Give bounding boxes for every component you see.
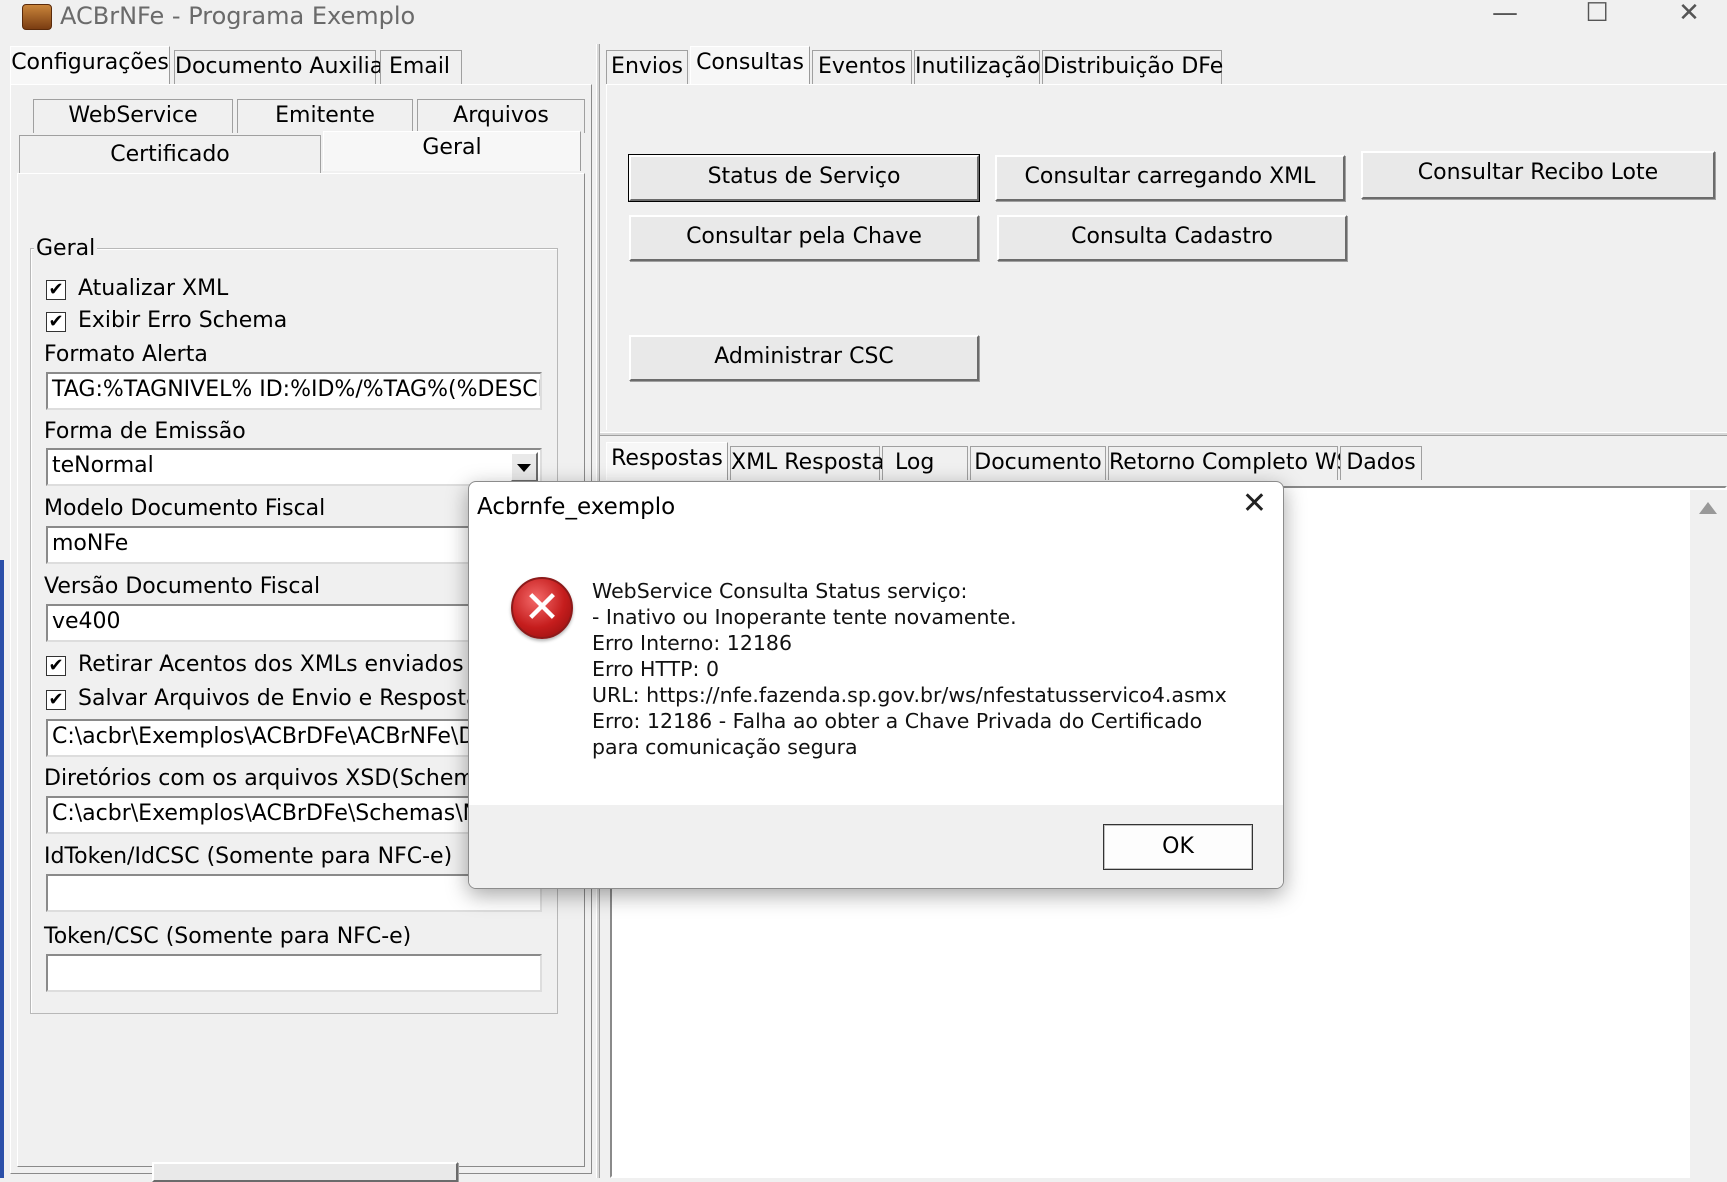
forma-emissao-value: teNormal (52, 453, 154, 478)
message-line: - Inativo ou Inoperante tente novamente. (592, 605, 1017, 629)
exibir-erro-schema-label: Exibir Erro Schema (78, 308, 288, 333)
horizontal-splitter[interactable] (600, 432, 1727, 436)
salvar-arquivos-checkbox[interactable]: ✔ (46, 690, 66, 710)
window-edge (0, 560, 4, 1178)
message-line: Erro: 12186 - Falha ao obter a Chave Pri… (592, 709, 1203, 733)
formato-alerta-label: Formato Alerta (44, 342, 208, 367)
tab-xml-resposta[interactable]: XML Resposta (730, 446, 885, 480)
window-title: ACBrNFe - Programa Exemplo (60, 2, 416, 30)
message-line: Erro HTTP: 0 (592, 657, 719, 681)
tab-configuracoes[interactable]: Configurações (10, 46, 170, 84)
consultar-recibo-button[interactable]: Consultar Recibo Lote (1361, 151, 1715, 199)
ok-button[interactable]: OK (1103, 824, 1253, 870)
scroll-up-icon[interactable] (1690, 490, 1727, 520)
tab-geral[interactable]: Geral (323, 131, 581, 171)
dropdown-arrow-button[interactable] (510, 452, 538, 482)
tab-documento[interactable]: Documento (970, 446, 1106, 480)
token-label: Token/CSC (Somente para NFC-e) (44, 924, 412, 949)
error-icon: ✕ (511, 577, 573, 639)
bottom-button[interactable] (152, 1162, 458, 1182)
vertical-scrollbar[interactable] (1690, 490, 1727, 1178)
xsd-label: Diretórios com os arquivos XSD(Schemas) (44, 766, 509, 791)
tab-consultas[interactable]: Consultas (690, 46, 810, 84)
close-button[interactable]: ✕ (1660, 0, 1718, 30)
tab-emitente[interactable]: Emitente (237, 99, 413, 133)
tab-documento-auxiliar[interactable]: Documento Auxiliar (174, 50, 392, 84)
minimize-button[interactable]: — (1476, 0, 1534, 30)
dialog-close-button[interactable]: ✕ (1242, 486, 1267, 521)
tab-retorno-completo-ws[interactable]: Retorno Completo WS (1108, 446, 1351, 480)
error-dialog: Acbrnfe_exemplo ✕ ✕ WebService Consulta … (468, 481, 1284, 889)
title-bar: ACBrNFe - Programa Exemplo — ☐ ✕ (0, 0, 1727, 40)
app-icon (22, 4, 52, 30)
exibir-erro-schema-checkbox[interactable]: ✔ (46, 312, 66, 332)
dialog-title: Acbrnfe_exemplo (477, 494, 676, 520)
administrar-csc-button[interactable]: Administrar CSC (629, 335, 979, 381)
consultas-page: Status de Serviço Consultar carregando X… (606, 84, 1727, 430)
message-line: para comunicação segura (592, 735, 858, 759)
tab-dados[interactable]: Dados (1340, 446, 1422, 480)
x-mark-icon: ✕ (523, 582, 561, 633)
atualizar-xml-label: Atualizar XML (78, 276, 229, 301)
tab-envios[interactable]: Envios (606, 50, 688, 84)
maximize-button[interactable]: ☐ (1568, 0, 1626, 30)
tab-email[interactable]: Email (380, 50, 462, 84)
chevron-down-icon (517, 464, 531, 472)
forma-emissao-select[interactable]: teNormal (46, 448, 542, 486)
tab-certificado[interactable]: Certificado (19, 135, 321, 173)
tab-webservice[interactable]: WebService (33, 99, 233, 133)
tab-arquivos[interactable]: Arquivos (417, 99, 585, 133)
forma-emissao-label: Forma de Emissão (44, 419, 246, 444)
consultar-xml-button[interactable]: Consultar carregando XML (995, 155, 1345, 201)
atualizar-xml-checkbox[interactable]: ✔ (46, 280, 66, 300)
formato-alerta-input[interactable]: TAG:%TAGNIVEL% ID:%ID%/%TAG%(%DESCRI (46, 372, 542, 410)
tab-inutilizacao[interactable]: Inutilização (914, 50, 1040, 84)
right-top-panel: Envios Consultas Eventos Inutilização Di… (602, 44, 1727, 434)
message-line: URL: https://nfe.fazenda.sp.gov.br/ws/nf… (592, 683, 1227, 707)
group-title: Geral (34, 236, 98, 261)
consultar-chave-button[interactable]: Consultar pela Chave (629, 215, 979, 261)
modelo-label: Modelo Documento Fiscal (44, 496, 326, 521)
tab-distribuicao-dfe[interactable]: Distribuição DFe (1042, 50, 1223, 84)
status-servico-button[interactable]: Status de Serviço (628, 154, 980, 202)
tab-respostas[interactable]: Respostas (606, 442, 728, 480)
retirar-acentos-label: Retirar Acentos dos XMLs enviados (78, 652, 464, 677)
message-line: Erro Interno: 12186 (592, 631, 792, 655)
tab-log[interactable]: Log (882, 446, 968, 480)
retirar-acentos-checkbox[interactable]: ✔ (46, 656, 66, 676)
salvar-arquivos-label: Salvar Arquivos de Envio e Resposta (78, 686, 480, 711)
token-input[interactable] (46, 954, 542, 992)
versao-label: Versão Documento Fiscal (44, 574, 321, 599)
dialog-message: WebService Consulta Status serviço: - In… (592, 578, 1227, 760)
idtoken-label: IdToken/IdCSC (Somente para NFC-e) (44, 844, 453, 869)
consulta-cadastro-button[interactable]: Consulta Cadastro (997, 215, 1347, 261)
message-line: WebService Consulta Status serviço: (592, 579, 968, 603)
tab-eventos[interactable]: Eventos (812, 50, 912, 84)
